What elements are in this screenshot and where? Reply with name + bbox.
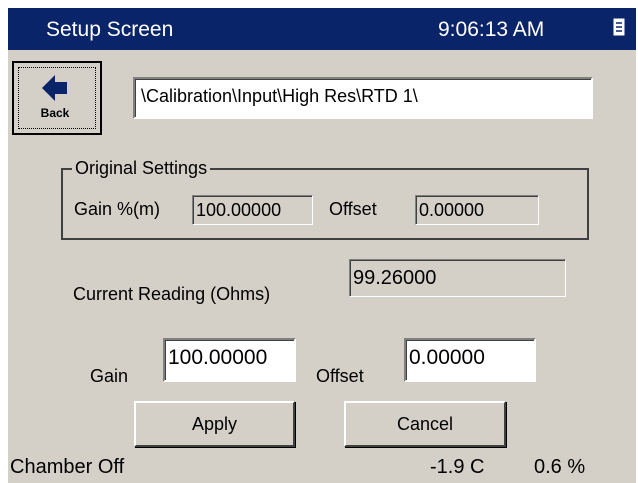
original-offset-value: 0.00000 — [415, 195, 539, 225]
humidity-readout: 0.6 % — [534, 456, 586, 478]
arrow-left-icon — [42, 74, 68, 107]
offset-input[interactable]: 0.00000 — [404, 338, 536, 382]
gain-label: Gain — [90, 366, 129, 386]
window-title: Setup Screen — [46, 18, 174, 41]
title-bar: Setup Screen 9:06:13 AM — [8, 8, 636, 50]
cancel-button[interactable]: Cancel — [344, 401, 506, 447]
current-reading-value: 99.26000 — [349, 259, 566, 297]
offset-label: Offset — [316, 366, 364, 386]
clock: 9:06:13 AM — [438, 18, 545, 41]
setup-screen: Setup Screen 9:06:13 AM Back \Calibratio… — [8, 8, 636, 483]
back-button-label: Back — [40, 106, 70, 120]
current-reading-label: Current Reading (Ohms) — [73, 284, 271, 304]
apply-button[interactable]: Apply — [134, 401, 295, 447]
path-field[interactable]: \Calibration\Input\High Res\RTD 1\ — [133, 77, 593, 119]
chamber-status: Chamber Off — [10, 456, 125, 478]
original-gain-label: Gain %(m) — [74, 199, 161, 219]
original-gain-value: 100.00000 — [192, 195, 313, 225]
gain-input[interactable]: 100.00000 — [163, 338, 296, 382]
temperature-readout: -1.9 C — [430, 456, 485, 478]
back-button[interactable]: Back — [12, 61, 102, 135]
document-icon[interactable] — [613, 18, 625, 41]
original-offset-label: Offset — [329, 199, 377, 219]
original-settings-legend: Original Settings — [72, 158, 211, 179]
